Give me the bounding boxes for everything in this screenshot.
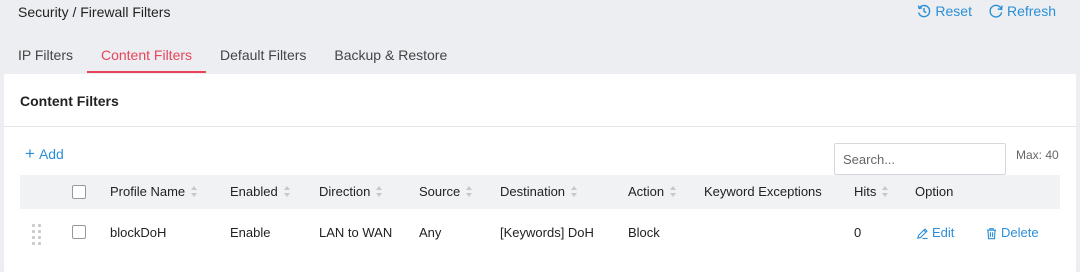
breadcrumb: Security / Firewall Filters xyxy=(18,4,171,20)
max-count-label: Max: 40 xyxy=(1016,148,1059,162)
tab-content-filters[interactable]: Content Filters xyxy=(86,40,207,73)
sort-icon xyxy=(571,186,578,198)
plus-icon: + xyxy=(25,144,35,163)
cell-source: Any xyxy=(419,225,442,240)
table-row: blockDoH Enable LAN to WAN Any [Keywords… xyxy=(20,209,1060,257)
refresh-icon xyxy=(989,4,1003,18)
refresh-label: Refresh xyxy=(1006,3,1056,19)
column-source[interactable]: Source xyxy=(419,175,473,209)
delete-icon xyxy=(986,227,997,239)
drag-handle-icon[interactable] xyxy=(32,224,42,245)
sort-icon xyxy=(670,186,677,198)
column-hits[interactable]: Hits xyxy=(854,175,889,209)
add-button[interactable]: + Add xyxy=(25,144,64,163)
content-filters-card: Content Filters + Add Max: 40 Profile Na… xyxy=(4,74,1076,272)
card-title: Content Filters xyxy=(20,93,119,109)
tab-default-filters[interactable]: Default Filters xyxy=(206,40,320,73)
sort-icon xyxy=(283,186,291,198)
reset-button[interactable]: Reset xyxy=(916,3,972,19)
table-header: Profile Name Enabled Direction Source De… xyxy=(20,175,1060,209)
edit-label: Edit xyxy=(932,225,955,240)
filter-tabs: IP Filters Content Filters Default Filte… xyxy=(4,40,461,73)
sort-icon xyxy=(191,186,198,198)
tab-backup-restore[interactable]: Backup & Restore xyxy=(320,40,461,73)
select-all-checkbox[interactable] xyxy=(72,185,86,199)
delete-button[interactable]: Delete xyxy=(985,209,1039,257)
cell-destination: [Keywords] DoH xyxy=(500,225,594,240)
column-option: Option xyxy=(915,184,954,199)
sort-icon xyxy=(376,186,383,198)
card-divider xyxy=(4,126,1076,127)
edit-icon xyxy=(917,227,928,239)
cell-hits: 0 xyxy=(854,225,862,240)
delete-label: Delete xyxy=(1001,225,1039,240)
column-keyword-exceptions: Keyword Exceptions xyxy=(704,184,822,199)
reset-label: Reset xyxy=(935,3,972,19)
top-actions: Reset Refresh xyxy=(916,3,1056,19)
column-action[interactable]: Action xyxy=(628,175,677,209)
column-enabled[interactable]: Enabled xyxy=(230,175,291,209)
cell-profile-name: blockDoH xyxy=(110,225,167,240)
tab-ip-filters[interactable]: IP Filters xyxy=(4,40,87,73)
edit-button[interactable]: Edit xyxy=(916,209,954,257)
cell-enabled: Enable xyxy=(230,225,271,240)
reset-icon xyxy=(918,4,931,18)
cell-action: Block xyxy=(628,225,660,240)
column-direction[interactable]: Direction xyxy=(319,175,383,209)
sort-icon xyxy=(882,186,889,198)
refresh-button[interactable]: Refresh xyxy=(988,3,1056,19)
row-checkbox[interactable] xyxy=(72,225,86,239)
sort-icon xyxy=(466,186,473,198)
top-bar: Security / Firewall Filters Reset Refres… xyxy=(0,0,1080,26)
add-label: Add xyxy=(38,146,64,162)
cell-direction: LAN to WAN xyxy=(319,225,393,240)
column-destination[interactable]: Destination xyxy=(500,175,578,209)
column-profile-name[interactable]: Profile Name xyxy=(110,175,198,209)
search-input[interactable] xyxy=(834,143,1006,175)
